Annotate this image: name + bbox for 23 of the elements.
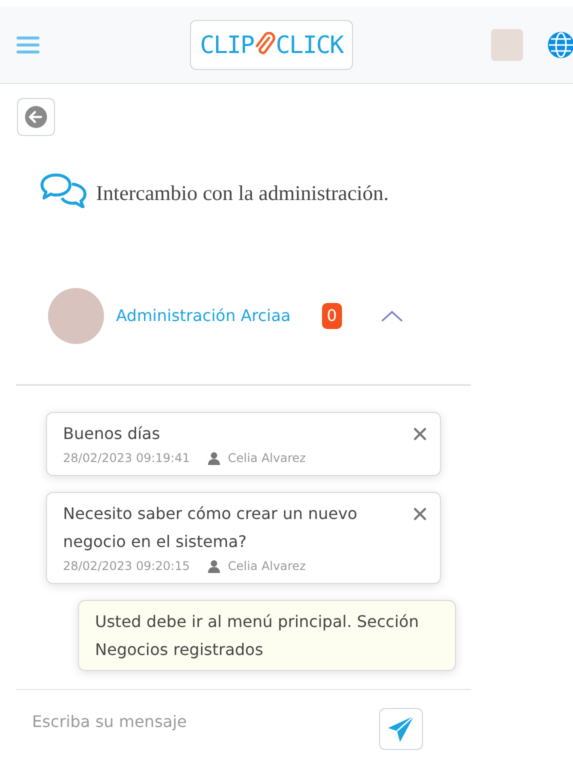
person-icon <box>208 452 220 464</box>
back-button[interactable] <box>17 98 55 136</box>
send-button[interactable] <box>379 708 423 750</box>
logo[interactable]: CLIP CLICK <box>190 20 354 70</box>
unread-count: 0 <box>322 302 342 328</box>
person-icon <box>208 560 220 572</box>
close-icon[interactable] <box>414 508 426 520</box>
message-date: 28/02/2023 09:20:15 <box>63 558 190 574</box>
message-text: Usted debe ir al menú principal. Sección Negocios registrados <box>95 610 420 660</box>
message-date: 28/02/2023 09:19:41 <box>63 450 190 466</box>
message-text: Buenos días <box>63 422 160 444</box>
message-author: Celia Alvarez <box>228 450 306 466</box>
globe-icon[interactable] <box>547 30 573 58</box>
collapse-chevron-icon[interactable] <box>380 308 404 322</box>
page-title: Intercambio con la administración. <box>96 180 389 207</box>
chat-bubbles-icon <box>40 172 88 208</box>
message-author: Celia Alvarez <box>228 558 306 574</box>
menu-icon[interactable] <box>16 34 40 54</box>
contact-name[interactable]: Administración Arciaa <box>116 304 291 328</box>
message-text: Necesito saber cómo crear un nuevo negocio en el sistema? <box>63 502 358 552</box>
send-icon <box>386 714 416 744</box>
message-input[interactable]: Escriba su mensaje <box>16 708 379 734</box>
close-icon[interactable] <box>414 428 426 440</box>
